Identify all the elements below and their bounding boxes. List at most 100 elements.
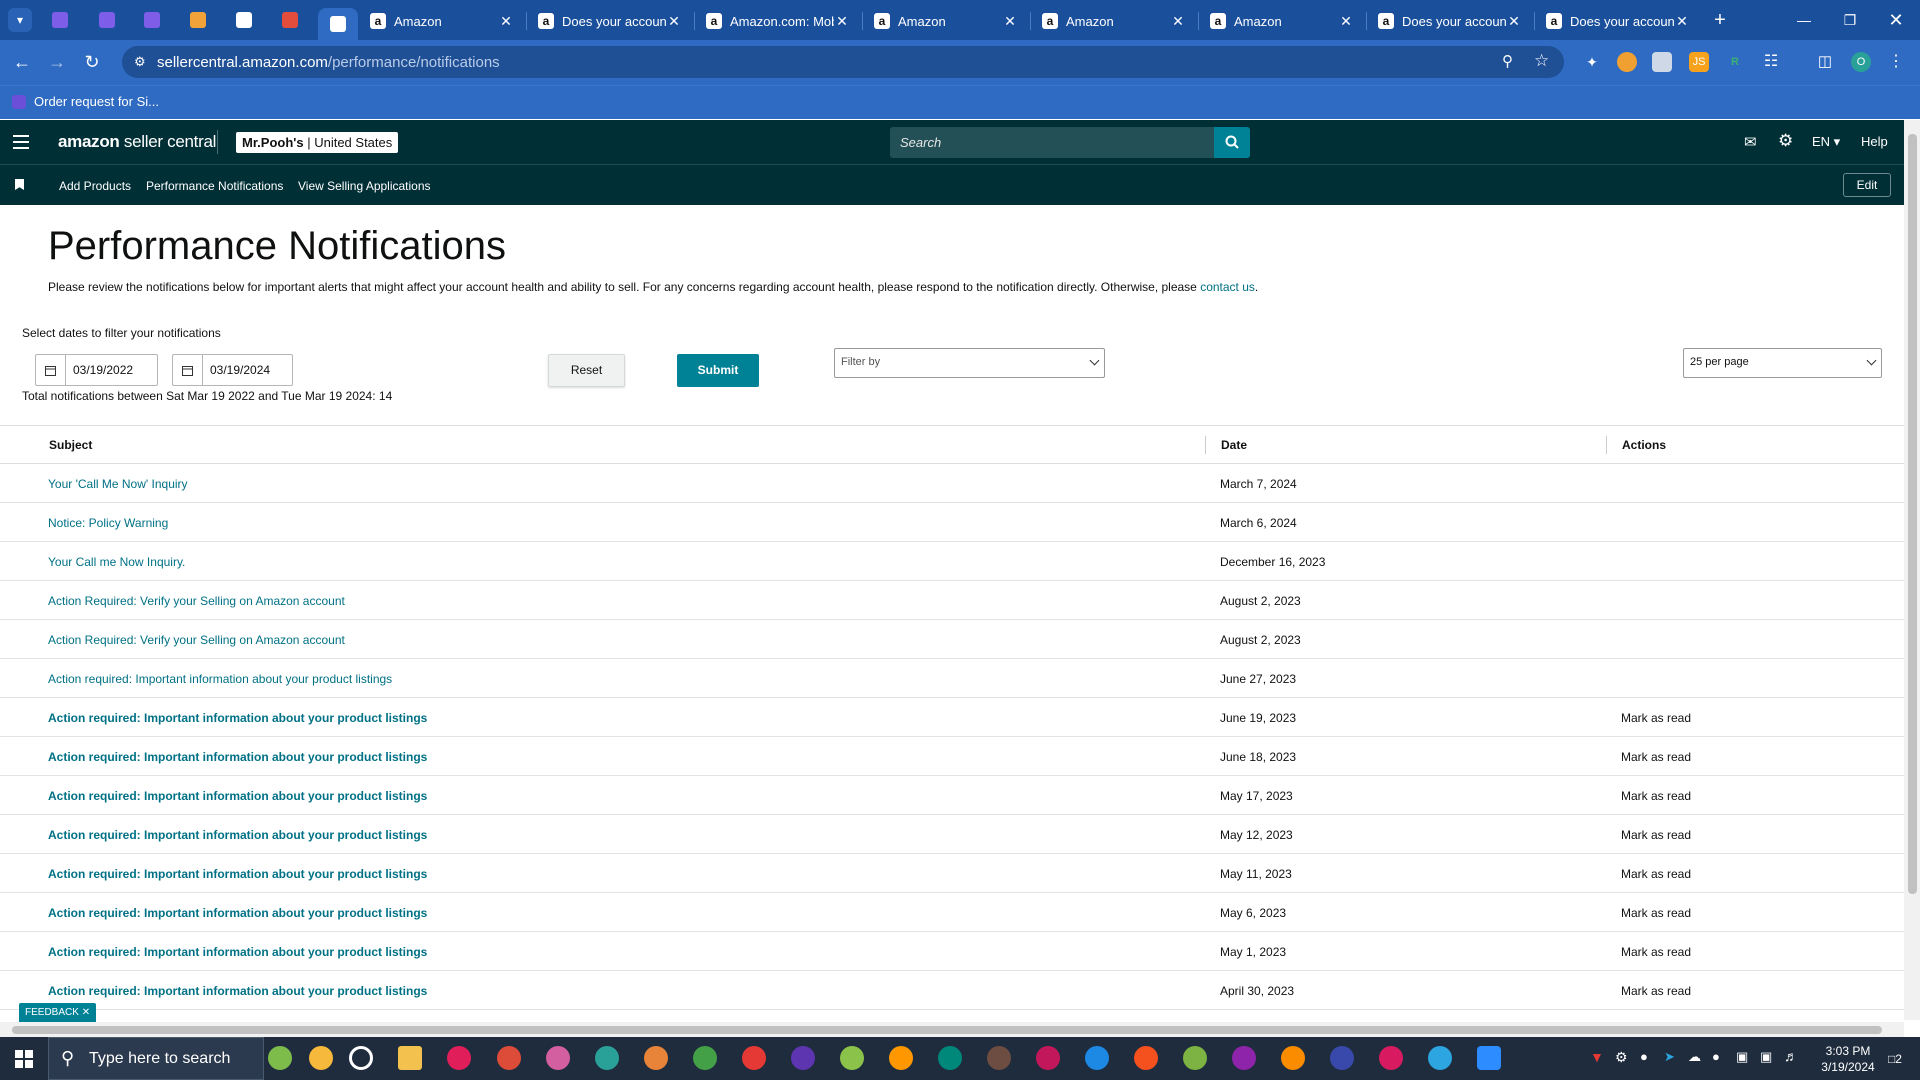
telegram-icon[interactable]: [1428, 1046, 1452, 1070]
mark-as-read-link[interactable]: Mark as read: [1621, 984, 1691, 998]
taskbar-clock[interactable]: 3:03 PM 3/19/2024: [1818, 1043, 1878, 1075]
notification-subject-link[interactable]: Action required: Important information a…: [48, 789, 427, 803]
tab-2[interactable]: aAmazon.com: Mobile✕: [698, 6, 858, 36]
notification-subject-link[interactable]: Your 'Call Me Now' Inquiry: [48, 477, 188, 491]
column-subject[interactable]: Subject: [49, 438, 92, 452]
tab-1[interactable]: a Does your account ✕: [530, 6, 690, 36]
tab-7[interactable]: a Does your account ✕: [1538, 6, 1698, 36]
extension-grey-icon[interactable]: [1652, 52, 1672, 72]
chrome-profile-icon[interactable]: [840, 1046, 864, 1070]
chrome-profile-icon[interactable]: [1134, 1046, 1158, 1070]
per-page-select[interactable]: 25 per page: [1683, 348, 1882, 378]
chrome-profile-icon[interactable]: [938, 1046, 962, 1070]
back-arrow-icon[interactable]: ←: [10, 50, 34, 74]
side-panel-icon[interactable]: ◫: [1815, 52, 1835, 72]
widget-icon[interactable]: [309, 1046, 333, 1070]
site-info-icon[interactable]: ⚙: [134, 54, 146, 70]
close-icon[interactable]: ✕: [82, 1007, 90, 1018]
column-date[interactable]: Date: [1221, 438, 1247, 452]
tab-6[interactable]: a Does your account ✕: [1370, 6, 1530, 36]
zoom-icon[interactable]: ⚲: [1502, 52, 1513, 70]
mark-as-read-link[interactable]: Mark as read: [1621, 867, 1691, 881]
horizontal-scrollbar[interactable]: [0, 1022, 1904, 1037]
store-switcher[interactable]: Mr.Pooh's | United States: [236, 132, 399, 153]
chrome-profile-icon[interactable]: [546, 1046, 570, 1070]
mark-as-read-link[interactable]: Mark as read: [1621, 750, 1691, 764]
close-tab-icon[interactable]: ✕: [1506, 13, 1522, 30]
pinned-tab-4[interactable]: [182, 8, 214, 32]
close-window-icon[interactable]: ✕: [1876, 8, 1916, 32]
notification-subject-link[interactable]: Action Required: Verify your Selling on …: [48, 594, 345, 608]
windows-start-icon[interactable]: [15, 1050, 33, 1068]
bookmark-order-request[interactable]: Order request for Si...: [12, 94, 159, 109]
file-explorer-icon[interactable]: [398, 1046, 422, 1070]
notification-subject-link[interactable]: Action required: Important information a…: [48, 945, 427, 959]
tab-5[interactable]: a Amazon ✕: [1202, 6, 1362, 36]
tray-telegram-icon[interactable]: ➤: [1664, 1049, 1675, 1065]
subnav-add-products[interactable]: Add Products: [59, 179, 131, 193]
close-tab-icon[interactable]: ✕: [666, 13, 682, 30]
seller-central-logo[interactable]: amazon seller central: [58, 132, 216, 152]
edit-nav-button[interactable]: Edit: [1843, 173, 1891, 197]
taskbar-search[interactable]: ⚲ Type here to search: [48, 1037, 264, 1080]
submit-button[interactable]: Submit: [677, 354, 759, 387]
mark-as-read-link[interactable]: Mark as read: [1621, 906, 1691, 920]
chrome-profile-icon[interactable]: [791, 1046, 815, 1070]
extension-puzzle-blue-icon[interactable]: ✦: [1582, 52, 1602, 72]
chrome-profile-icon[interactable]: [1330, 1046, 1354, 1070]
restore-icon[interactable]: ❐: [1830, 8, 1870, 32]
chrome-profile-icon[interactable]: [1036, 1046, 1060, 1070]
chrome-profile-icon[interactable]: [889, 1046, 913, 1070]
minimize-icon[interactable]: —: [1784, 8, 1824, 32]
close-tab-icon[interactable]: ✕: [1674, 13, 1690, 30]
pinned-tab-active-amazon[interactable]: [318, 8, 358, 40]
chrome-profile-icon[interactable]: [1379, 1046, 1403, 1070]
chrome-profile-icon[interactable]: [497, 1046, 521, 1070]
date-to-field[interactable]: 03/19/2024: [172, 354, 293, 386]
pinned-tab-1[interactable]: [44, 8, 76, 32]
tray-cloud-icon[interactable]: ☁: [1688, 1049, 1701, 1065]
chrome-profile-icon[interactable]: [644, 1046, 668, 1070]
pinned-tab-gmail[interactable]: [274, 8, 306, 32]
weather-icon[interactable]: [268, 1046, 292, 1070]
tray-zoom-icon[interactable]: ●: [1640, 1049, 1648, 1064]
search-button[interactable]: [1214, 127, 1250, 158]
volume-icon[interactable]: ♬: [1784, 1048, 1798, 1064]
tray-icon[interactable]: ⚙: [1615, 1049, 1628, 1066]
notification-subject-link[interactable]: Action required: Important information a…: [48, 828, 427, 842]
filter-by-select[interactable]: Filter by: [834, 348, 1105, 378]
notification-center-icon[interactable]: □2: [1880, 1047, 1910, 1071]
notification-subject-link[interactable]: Notice: Policy Warning: [48, 516, 168, 530]
network-icon[interactable]: ▣: [1760, 1049, 1772, 1065]
reset-button[interactable]: Reset: [548, 354, 625, 387]
chrome-profile-icon[interactable]: [742, 1046, 766, 1070]
notification-subject-link[interactable]: Action required: Important information a…: [48, 672, 392, 686]
chrome-profile-icon[interactable]: [1232, 1046, 1256, 1070]
chrome-profile-icon[interactable]: [1281, 1046, 1305, 1070]
notification-subject-link[interactable]: Action required: Important information a…: [48, 711, 427, 725]
zoom-app-icon[interactable]: [1477, 1046, 1501, 1070]
tray-icon[interactable]: ▼: [1590, 1049, 1604, 1065]
chrome-profile-icon[interactable]: [1183, 1046, 1207, 1070]
tab-3[interactable]: a Amazon ✕: [866, 6, 1026, 36]
contact-us-link[interactable]: contact us: [1200, 280, 1255, 294]
subnav-performance-notifications[interactable]: Performance Notifications: [146, 179, 283, 193]
chrome-profile-icon[interactable]: [1085, 1046, 1109, 1070]
search-input[interactable]: [890, 127, 1214, 158]
notification-subject-link[interactable]: Action required: Important information a…: [48, 906, 427, 920]
reload-icon[interactable]: ↻: [80, 50, 104, 74]
camera-icon[interactable]: ▣: [1736, 1049, 1748, 1065]
notification-subject-link[interactable]: Action Required: Verify your Selling on …: [48, 633, 345, 647]
close-tab-icon[interactable]: ✕: [1002, 13, 1018, 30]
chrome-profile-icon[interactable]: [693, 1046, 717, 1070]
extension-r-icon[interactable]: R: [1725, 52, 1745, 72]
new-tab-icon[interactable]: +: [1700, 8, 1740, 32]
feedback-button[interactable]: FEEDBACK ✕: [19, 1003, 97, 1023]
language-selector[interactable]: EN ▾: [1812, 134, 1840, 150]
notification-subject-link[interactable]: Action required: Important information a…: [48, 867, 427, 881]
close-tab-icon[interactable]: ✕: [1338, 13, 1354, 30]
subnav-view-selling-applications[interactable]: View Selling Applications: [298, 179, 431, 193]
chrome-profile-icon[interactable]: [987, 1046, 1011, 1070]
extensions-icon[interactable]: ☷: [1761, 52, 1781, 72]
help-link[interactable]: Help: [1861, 134, 1888, 149]
